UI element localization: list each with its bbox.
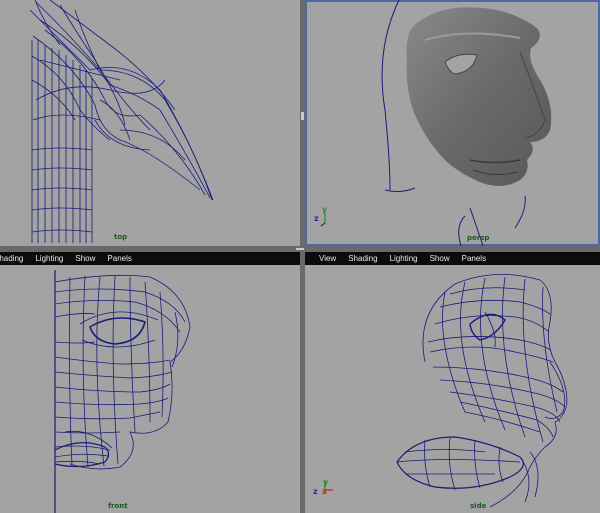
side-axis-y-label: y	[323, 478, 329, 487]
persp-viewport[interactable]: y z persp	[305, 0, 600, 246]
persp-axis-y-label: y	[322, 205, 328, 214]
front-viewport[interactable]: Shading Lighting Show Panels	[0, 252, 300, 513]
vertical-splitter-grip[interactable]	[301, 112, 304, 120]
persp-axis-indicator	[320, 213, 326, 227]
side-axis-x-label: x	[322, 487, 328, 496]
persp-camera-label: persp	[467, 234, 490, 242]
horizontal-panel-splitter[interactable]	[0, 246, 600, 252]
vertical-panel-splitter[interactable]	[300, 0, 305, 513]
top-wireframe	[29, 0, 214, 243]
front-camera-label: front	[108, 502, 128, 510]
side-camera-label: side	[470, 502, 487, 510]
top-viewport[interactable]: top	[0, 0, 300, 246]
horizontal-splitter-grip[interactable]	[296, 248, 304, 250]
top-camera-label: top	[114, 233, 128, 241]
side-viewport[interactable]: View Shading Lighting Show Panels y z x …	[305, 252, 600, 513]
front-wireframe	[54, 270, 191, 513]
persp-axis-z-label: z	[314, 214, 319, 223]
side-axis-z-label: z	[313, 487, 318, 496]
